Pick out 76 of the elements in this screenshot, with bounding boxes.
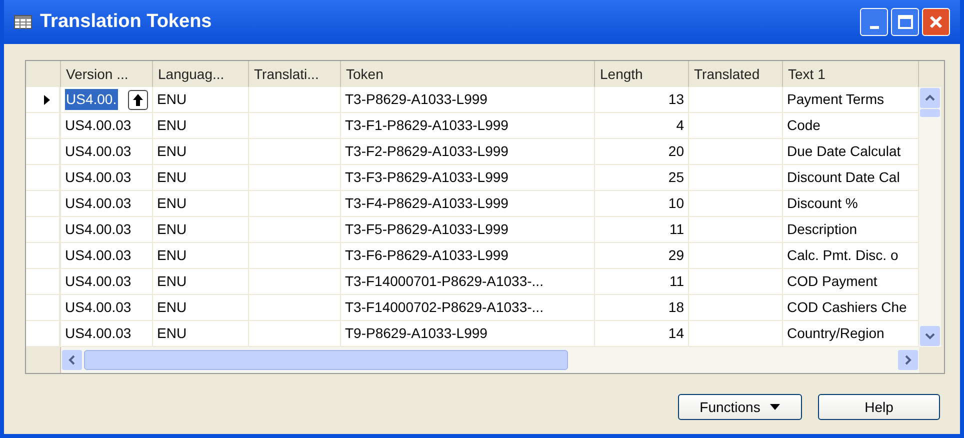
- table-cell: COD Cashiers Che: [783, 295, 919, 321]
- table-cell: Payment Terms: [783, 87, 919, 113]
- table-cell: Due Date Calculat: [783, 139, 919, 165]
- table-cell: T3-F2-P8629-A1033-L999: [341, 139, 595, 165]
- table-cell: Calc. Pmt. Disc. o: [783, 243, 919, 269]
- table-cell: T3-F3-P8629-A1033-L999: [341, 165, 595, 191]
- table-cell: T9-P8629-A1033-L999: [341, 321, 595, 347]
- down-chevron-icon: [925, 332, 935, 340]
- table-cell: T3-F1-P8629-A1033-L999: [341, 113, 595, 139]
- table-cell: ENU: [153, 217, 249, 243]
- table-cell: 29: [595, 243, 689, 269]
- table-cell: Country/Region: [783, 321, 919, 347]
- table-cell: Discount %: [783, 191, 919, 217]
- scroll-thumb[interactable]: [84, 350, 568, 370]
- table-cell: 18: [595, 295, 689, 321]
- table-cell: T3-F4-P8629-A1033-L999: [341, 191, 595, 217]
- window-title: Translation Tokens: [40, 10, 212, 34]
- table-cell: Code: [783, 113, 919, 139]
- minimize-button[interactable]: [860, 8, 888, 36]
- table-cell: US4.00.03: [61, 269, 153, 295]
- cell-editor[interactable]: US4.00.: [61, 87, 153, 113]
- scroll-up-button[interactable]: [920, 88, 940, 108]
- table-cell: ENU: [153, 113, 249, 139]
- table-cell: US4.00.03: [61, 321, 153, 347]
- scroll-right-button[interactable]: [898, 350, 918, 370]
- table-cell: Discount Date Cal: [783, 165, 919, 191]
- table-cell: ENU: [153, 165, 249, 191]
- table-cell: T3-F5-P8629-A1033-L999: [341, 217, 595, 243]
- table-cell: ENU: [153, 321, 249, 347]
- row-selector[interactable]: [26, 87, 61, 113]
- table-cell: 11: [595, 217, 689, 243]
- assist-button[interactable]: [128, 90, 148, 110]
- close-icon: [929, 15, 943, 29]
- table-cell: T3-F14000701-P8629-A1033-...: [341, 269, 595, 295]
- dropdown-caret-icon: [770, 404, 780, 410]
- table-cell: US4.00.03: [61, 165, 153, 191]
- help-button[interactable]: Help: [818, 394, 940, 420]
- table-cell: ENU: [153, 139, 249, 165]
- table-cell: US4.00.03: [61, 217, 153, 243]
- table-cell: ENU: [153, 269, 249, 295]
- minimize-icon: [870, 26, 878, 29]
- table-cell: US4.00.03: [61, 191, 153, 217]
- scroll-left-button[interactable]: [62, 350, 82, 370]
- close-button[interactable]: [922, 8, 950, 36]
- table-cell: ENU: [153, 191, 249, 217]
- table-cell: 20: [595, 139, 689, 165]
- table-cell: T3-F14000702-P8629-A1033-...: [341, 295, 595, 321]
- table-cell: US4.00.03: [61, 139, 153, 165]
- table-icon: [14, 15, 32, 29]
- vertical-scrollbar[interactable]: [919, 87, 941, 347]
- functions-button[interactable]: Functions: [678, 394, 802, 420]
- table-cell: T3-F6-P8629-A1033-L999: [341, 243, 595, 269]
- selected-text: US4.00.: [65, 89, 118, 110]
- table-cell: 25: [595, 165, 689, 191]
- row-pointer-icon: [44, 94, 50, 104]
- up-arrow-icon: [133, 94, 143, 106]
- table-cell: COD Payment: [783, 269, 919, 295]
- table-cell: 13: [595, 87, 689, 113]
- table-cell: ENU: [153, 295, 249, 321]
- table-cell: 14: [595, 321, 689, 347]
- table-cell: ENU: [153, 87, 249, 113]
- scroll-thumb[interactable]: [920, 109, 940, 117]
- table-cell: US4.00.03: [61, 295, 153, 321]
- table-cell: 4: [595, 113, 689, 139]
- table-cell: Description: [783, 217, 919, 243]
- maximize-icon: [898, 15, 912, 29]
- horizontal-scrollbar[interactable]: [61, 347, 919, 373]
- table-cell: 11: [595, 269, 689, 295]
- maximize-button[interactable]: [891, 8, 919, 36]
- table-cell: T3-P8629-A1033-L999: [341, 87, 595, 113]
- table-cell: ENU: [153, 243, 249, 269]
- table-cell: US4.00.03: [61, 243, 153, 269]
- table-cell: 10: [595, 191, 689, 217]
- table-cell: US4.00.03: [61, 113, 153, 139]
- scroll-down-button[interactable]: [920, 326, 940, 346]
- up-chevron-icon: [925, 94, 935, 102]
